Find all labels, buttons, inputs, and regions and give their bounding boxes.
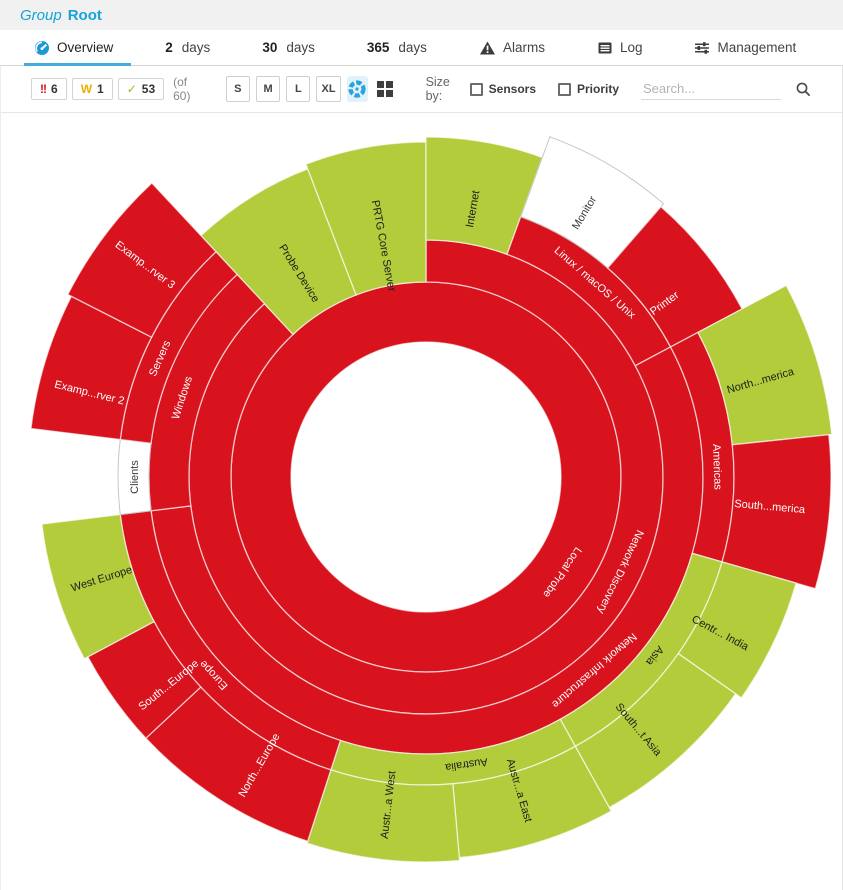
tab-label: Alarms xyxy=(503,40,545,55)
warning-count: 1 xyxy=(97,82,104,96)
tab-2-days[interactable]: 2 days xyxy=(161,30,214,65)
sunburst-svg: Local ProbeNetwork DiscoveryProbe Device… xyxy=(1,113,843,889)
checkbox-sensors[interactable]: Sensors xyxy=(470,82,536,96)
priority-checkbox-box[interactable] xyxy=(558,83,571,96)
tab-number: 365 xyxy=(367,40,390,55)
breadcrumb: Group Root xyxy=(0,0,843,30)
treemap-view-icon[interactable] xyxy=(374,76,395,102)
tab-365-days[interactable]: 365 days xyxy=(363,30,431,65)
sensors-checkbox-label: Sensors xyxy=(489,82,536,96)
segment-local-probe[interactable] xyxy=(231,282,621,672)
gauge-icon xyxy=(34,40,50,56)
size-button-s[interactable]: S xyxy=(226,76,250,102)
tab-number: 30 xyxy=(262,40,277,55)
error-count: 6 xyxy=(51,82,58,96)
sunburst-chart: Local ProbeNetwork DiscoveryProbe Device… xyxy=(1,113,843,889)
total-count-label: (of 60) xyxy=(173,75,200,103)
tab-alarms[interactable]: Alarms xyxy=(475,30,549,65)
breadcrumb-group-type: Group xyxy=(20,7,62,24)
size-button-l[interactable]: L xyxy=(286,76,310,102)
status-badge-errors[interactable]: !! 6 xyxy=(31,78,67,100)
status-badge-warnings[interactable]: W 1 xyxy=(72,78,113,100)
tab-overview[interactable]: Overview xyxy=(30,30,117,65)
error-icon: !! xyxy=(40,82,46,96)
check-icon: ✓ xyxy=(127,82,137,96)
size-button-xl[interactable]: XL xyxy=(316,76,340,102)
tab-label: days xyxy=(286,40,315,55)
tab-number: 2 xyxy=(165,40,173,55)
search-icon[interactable] xyxy=(795,81,812,98)
sunburst-view-icon[interactable] xyxy=(347,76,368,102)
sensors-checkbox-box[interactable] xyxy=(470,83,483,96)
toolbar: !! 6 W 1 ✓ 53 (of 60) S M L XL Size by: … xyxy=(1,66,842,113)
tab-label: days xyxy=(398,40,427,55)
warning-icon: W xyxy=(81,82,92,96)
tab-bar: Overview 2 days 30 days 365 days Alarms … xyxy=(0,30,843,66)
ok-count: 53 xyxy=(142,82,155,96)
management-icon xyxy=(694,40,710,56)
tab-log[interactable]: Log xyxy=(593,30,647,65)
segment-label-clients: Clients xyxy=(129,460,141,494)
log-icon xyxy=(597,40,613,56)
breadcrumb-group-name[interactable]: Root xyxy=(68,7,102,24)
tab-management[interactable]: Management xyxy=(690,30,800,65)
tab-label: Log xyxy=(620,40,643,55)
priority-checkbox-label: Priority xyxy=(577,82,619,96)
size-by-label: Size by: xyxy=(426,75,460,103)
tab-label: Management xyxy=(717,40,796,55)
alarm-icon xyxy=(479,40,496,56)
tab-30-days[interactable]: 30 days xyxy=(258,30,319,65)
segment-label-americas: Americas xyxy=(710,444,724,491)
content-panel: !! 6 W 1 ✓ 53 (of 60) S M L XL Size by: … xyxy=(0,66,843,890)
tab-label: Overview xyxy=(57,40,113,55)
tab-label: days xyxy=(182,40,211,55)
status-badge-ok[interactable]: ✓ 53 xyxy=(118,78,164,100)
search-input[interactable] xyxy=(641,78,781,100)
checkbox-priority[interactable]: Priority xyxy=(558,82,619,96)
size-button-m[interactable]: M xyxy=(256,76,280,102)
search-area xyxy=(641,78,812,100)
